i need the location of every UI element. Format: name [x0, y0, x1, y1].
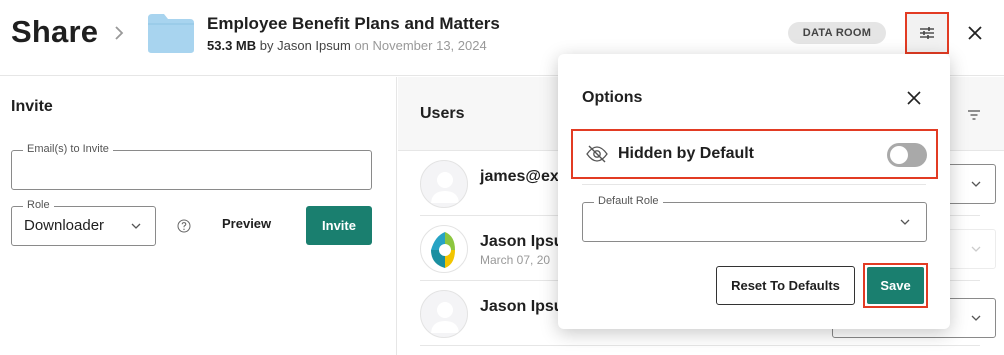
hidden-by-default-row: Hidden by Default: [571, 129, 938, 179]
file-meta: 53.3 MB by Jason Ipsum on November 13, 2…: [207, 38, 487, 53]
preview-button[interactable]: Preview: [222, 216, 271, 231]
close-icon[interactable]: [906, 90, 922, 106]
file-owner: by Jason Ipsum: [259, 38, 351, 53]
save-button[interactable]: Save: [867, 267, 924, 304]
eye-off-icon: [586, 145, 608, 163]
options-button[interactable]: [905, 12, 949, 54]
invite-pane: Invite Email(s) to Invite Role Downloade…: [0, 77, 397, 355]
divider: [582, 184, 926, 185]
avatar: [420, 290, 468, 338]
save-button-highlight: Save: [863, 263, 928, 308]
user-date: March 07, 20: [480, 253, 551, 267]
chevron-down-icon: [971, 246, 981, 252]
users-title: Users: [420, 105, 465, 122]
email-field-label: Email(s) to Invite: [23, 143, 113, 155]
avatar: [420, 225, 468, 273]
data-room-badge: DATA ROOM: [788, 22, 886, 44]
user-name: Jason Ipsu: [480, 233, 564, 250]
role-select-label: Role: [23, 199, 54, 211]
close-icon[interactable]: [964, 22, 986, 44]
chevron-down-icon: [971, 315, 981, 321]
user-name: james@ex: [480, 168, 559, 185]
avatar: [420, 160, 468, 208]
chevron-down-icon: [971, 181, 981, 187]
hidden-by-default-label: Hidden by Default: [618, 145, 755, 162]
invite-button[interactable]: Invite: [306, 206, 372, 245]
email-field[interactable]: Email(s) to Invite: [11, 143, 372, 190]
help-icon[interactable]: [177, 219, 191, 233]
file-size: 53.3 MB: [207, 38, 257, 53]
toggle-knob: [890, 146, 908, 164]
chevron-right-icon: [115, 26, 124, 40]
default-role-label: Default Role: [594, 195, 663, 207]
page-title: Share: [11, 14, 99, 49]
reset-to-defaults-button[interactable]: Reset To Defaults: [716, 266, 855, 305]
default-role-select[interactable]: Default Role: [582, 195, 927, 242]
file-name: Employee Benefit Plans and Matters: [207, 14, 500, 33]
company-logo-icon: [431, 232, 455, 268]
modal-title: Options: [582, 89, 643, 106]
chevron-down-icon: [131, 223, 141, 229]
default-avatar-icon: [431, 302, 459, 333]
role-select[interactable]: Role Downloader: [11, 199, 156, 246]
invite-title: Invite: [11, 98, 53, 115]
hidden-by-default-toggle[interactable]: [887, 143, 927, 167]
file-date: on November 13, 2024: [354, 38, 487, 53]
chevron-down-icon: [900, 219, 910, 225]
sliders-icon: [920, 27, 934, 39]
folder-icon: [148, 14, 194, 53]
options-modal: Options Hidden by Default Default Role R…: [558, 54, 950, 329]
default-avatar-icon: [431, 172, 459, 203]
user-name: Jason Ipsu: [480, 298, 564, 315]
filter-icon[interactable]: [967, 109, 981, 121]
role-select-value: Downloader: [24, 217, 105, 234]
